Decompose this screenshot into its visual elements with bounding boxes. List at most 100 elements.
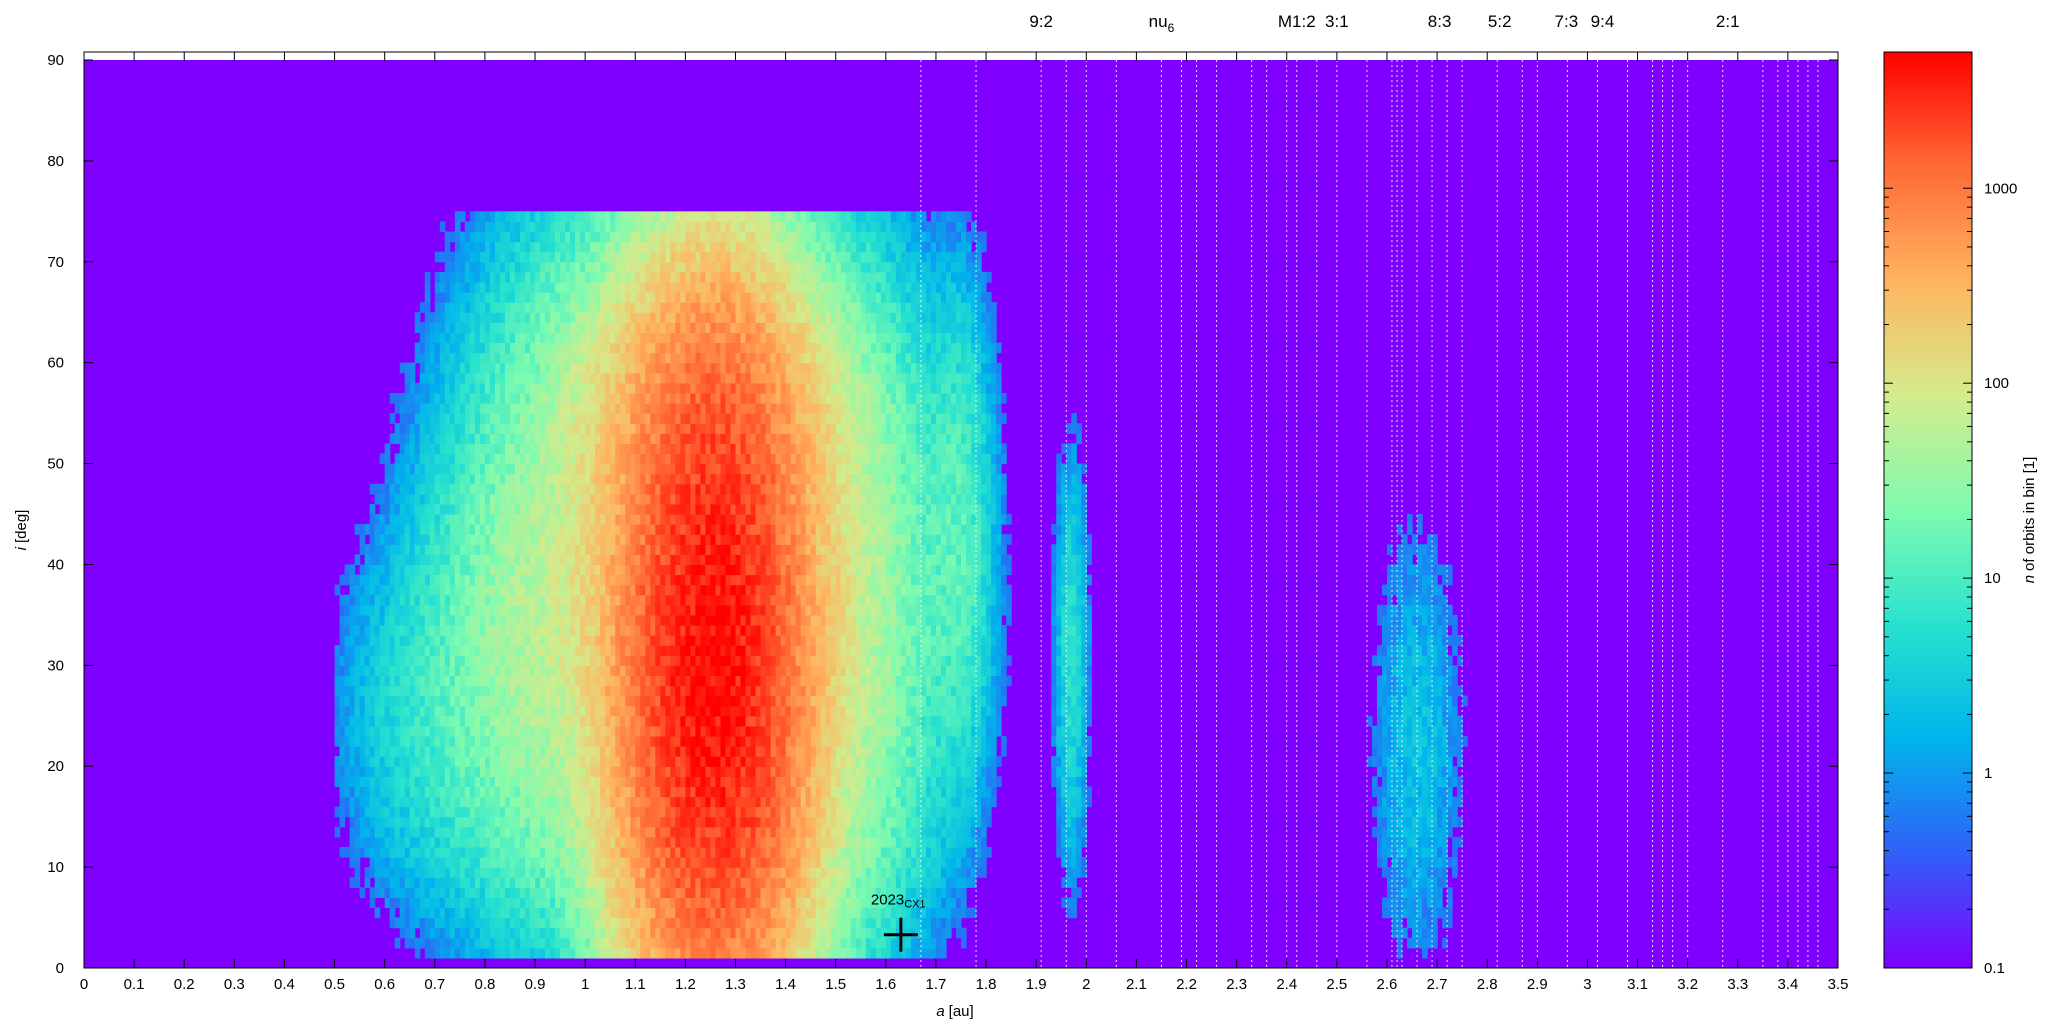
heatmap-cell [655,836,661,848]
heatmap-cell [489,221,496,233]
heatmap-cell [545,302,551,313]
heatmap-cell [454,453,461,465]
heatmap-cell [680,695,686,707]
heatmap-cell [509,836,516,848]
heatmap-cell [509,907,516,919]
heatmap-cell [665,655,671,666]
heatmap-cell [484,564,491,576]
heatmap-cell [474,614,481,626]
heatmap-cell [575,443,581,455]
heatmap-cell [469,917,476,929]
heatmap-cell [595,735,601,747]
heatmap-cell [484,947,491,959]
heatmap-cell [494,766,501,777]
heatmap-cell [710,947,717,959]
heatmap-cell [474,392,481,404]
heatmap-cell [590,423,596,434]
heatmap-cell [519,735,526,747]
heatmap-cell [645,403,651,414]
heatmap-cell [514,796,521,808]
heatmap-cell [630,645,636,656]
heatmap-cell [565,867,571,878]
heatmap-cell [419,867,426,878]
heatmap-cell [580,826,586,838]
heatmap-cell [700,846,707,858]
heatmap-cell [509,786,516,798]
heatmap-cell [630,271,636,283]
heatmap-cell [550,483,556,495]
heatmap-cell [595,332,601,344]
heatmap-cell [570,584,576,596]
heatmap-cell [439,776,446,787]
heatmap-cell [459,503,466,515]
heatmap-cell [600,715,606,727]
heatmap-cell [349,695,356,707]
heatmap-cell [499,867,506,878]
heatmap-cell [439,382,446,394]
heatmap-cell [424,645,431,656]
heatmap-cell [590,796,596,808]
heatmap-cell [570,231,576,243]
heatmap-cell [555,292,561,303]
heatmap-cell [504,342,511,354]
heatmap-cell [444,372,451,384]
heatmap-cell [555,584,561,596]
heatmap-cell [399,544,406,555]
heatmap-cell [504,937,511,949]
heatmap-cell [535,665,541,677]
heatmap-cell [680,292,686,303]
heatmap-cell [685,937,691,949]
heatmap-cell [660,554,666,566]
heatmap-cell [364,806,371,818]
heatmap-cell [424,514,431,525]
heatmap-cell [530,756,536,767]
heatmap-cell [585,877,591,888]
heatmap-cell [635,907,641,919]
heatmap-cell [685,655,691,666]
heatmap-cell [600,857,606,868]
heatmap-cell [625,937,631,949]
heatmap-cell [394,766,401,777]
heatmap-cell [469,907,476,919]
heatmap-cell [550,705,556,717]
heatmap-cell [359,594,366,606]
heatmap-cell [545,614,551,626]
heatmap-cell [419,564,426,576]
heatmap-cell [509,655,516,666]
heatmap-cell [700,251,707,263]
heatmap-cell [424,857,431,868]
heatmap-cell [484,221,491,233]
heatmap-cell [509,503,516,515]
heatmap-cell [635,322,641,333]
heatmap-cell [560,614,566,626]
heatmap-cell [434,786,441,798]
heatmap-cell [640,735,646,747]
heatmap-cell [710,887,717,898]
heatmap-cell [605,413,611,424]
heatmap-cell [469,685,476,697]
heatmap-cell [610,241,616,253]
heatmap-cell [474,766,481,777]
heatmap-cell [484,423,491,434]
heatmap-cell [489,695,496,707]
heatmap-cell [535,786,541,798]
heatmap-cell [630,675,636,687]
heatmap-cell [635,271,641,283]
heatmap-cell [565,271,571,283]
heatmap-cell [424,352,431,364]
heatmap-cell [655,776,661,787]
heatmap-cell [499,695,506,707]
heatmap-cell [545,413,551,424]
heatmap-cell [414,705,421,717]
heatmap-cell [484,514,491,525]
heatmap-cell [499,635,506,646]
heatmap-cell [540,917,546,929]
heatmap-cell [514,937,521,949]
heatmap-cell [530,231,536,243]
heatmap-cell [685,806,691,818]
heatmap-cell [469,231,476,243]
heatmap-cell [424,483,431,495]
heatmap-cell [530,705,536,717]
heatmap-cell [514,584,521,596]
heatmap-cell [685,766,691,777]
